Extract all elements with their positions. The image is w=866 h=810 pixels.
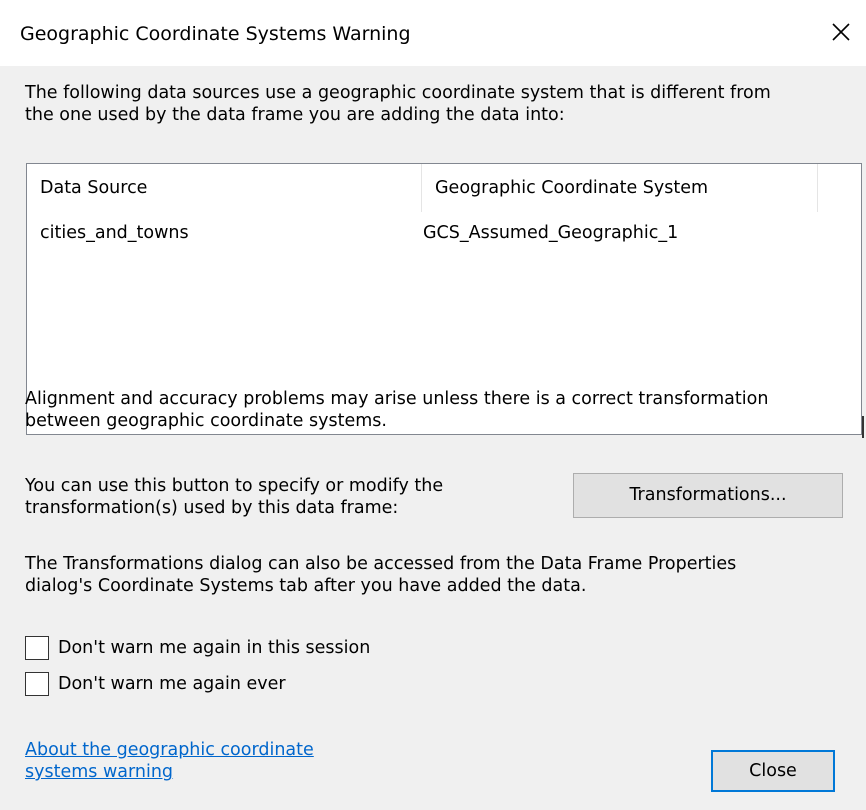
transformations-button[interactable]: Transformations... — [573, 473, 843, 518]
close-button[interactable]: Close — [711, 750, 835, 792]
column-header-data-source[interactable]: Data Source — [40, 177, 147, 199]
dialog-body: The following data sources use a geograp… — [0, 66, 866, 810]
link-line-1[interactable]: About the geographic coordinate — [25, 739, 314, 761]
dialog-window: Geographic Coordinate Systems Warning Th… — [0, 0, 866, 810]
transformation-hint-line-1: You can use this button to specify or mo… — [25, 476, 444, 496]
table-cell-data-source[interactable]: cities_and_towns — [40, 222, 189, 244]
column-divider[interactable] — [817, 164, 818, 212]
transformation-hint-text: You can use this button to specify or mo… — [25, 475, 443, 519]
table-cell-gcs[interactable]: GCS_Assumed_Geographic_1 — [423, 222, 678, 244]
intro-line-2: the one used by the data frame you are a… — [25, 105, 565, 125]
dialog-note-line-1: The Transformations dialog can also be a… — [25, 554, 737, 574]
resize-grip[interactable] — [862, 416, 864, 438]
close-icon[interactable] — [826, 17, 856, 47]
checkbox-label[interactable]: Don't warn me again ever — [58, 673, 286, 695]
title-bar: Geographic Coordinate Systems Warning — [0, 0, 866, 66]
transformation-hint-line-2: transformation(s) used by this data fram… — [25, 498, 399, 518]
transformations-dialog-note: The Transformations dialog can also be a… — [25, 553, 736, 597]
alignment-line-1: Alignment and accuracy problems may aris… — [25, 389, 769, 409]
alignment-warning-text: Alignment and accuracy problems may aris… — [25, 388, 768, 432]
about-warning-link[interactable]: About the geographic coordinate systems … — [25, 739, 314, 783]
column-divider[interactable] — [421, 164, 422, 212]
alignment-line-2: between geographic coordinate systems. — [25, 411, 387, 431]
intro-line-1: The following data sources use a geograp… — [25, 83, 771, 103]
column-header-gcs[interactable]: Geographic Coordinate System — [435, 177, 708, 199]
intro-text: The following data sources use a geograp… — [25, 82, 771, 126]
checkbox-box[interactable] — [25, 636, 49, 660]
window-title: Geographic Coordinate Systems Warning — [20, 23, 411, 45]
dialog-note-line-2: dialog's Coordinate Systems tab after yo… — [25, 576, 587, 596]
checkbox-box[interactable] — [25, 672, 49, 696]
link-line-2[interactable]: systems warning — [25, 761, 314, 783]
checkbox-label[interactable]: Don't warn me again in this session — [58, 637, 370, 659]
